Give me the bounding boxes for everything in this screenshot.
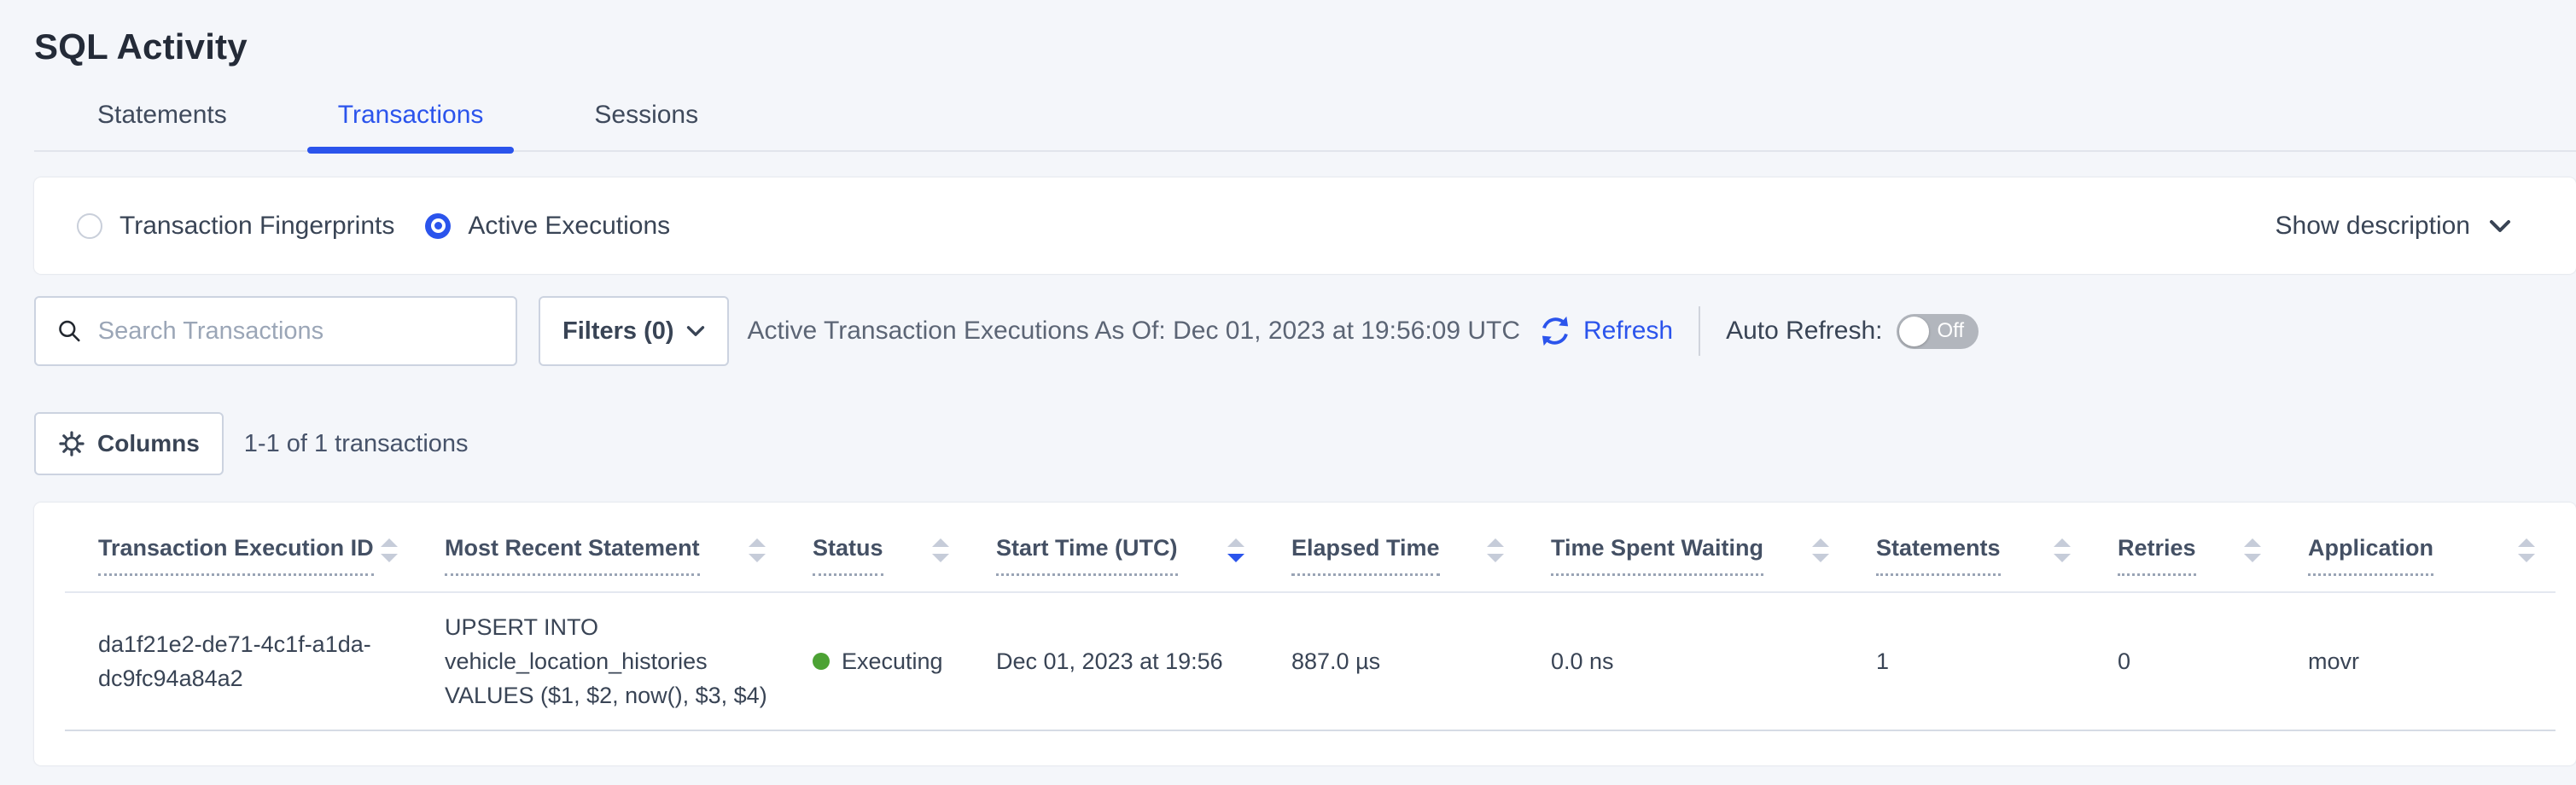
filter-bar: Filters (0) Active Transaction Execution… (34, 296, 2576, 366)
divider (1699, 306, 1700, 356)
column-header-most-recent-statement[interactable]: Most Recent Statement (445, 503, 813, 592)
sort-arrows-icon[interactable] (1812, 533, 1829, 562)
status-executing-dot-icon (813, 653, 830, 670)
tab-bar: Statements Transactions Sessions (34, 101, 2576, 152)
sort-arrows-icon[interactable] (2518, 533, 2535, 562)
status-label: Executing (842, 644, 943, 678)
transactions-table: Transaction Execution ID Most Recent Sta… (65, 503, 2556, 731)
column-header-time-spent-waiting[interactable]: Time Spent Waiting (1551, 503, 1876, 592)
column-header-start-time[interactable]: Start Time (UTC) (996, 503, 1291, 592)
tab-sessions[interactable]: Sessions (563, 101, 729, 150)
cell-application: movr (2308, 592, 2556, 730)
table-header-row: Transaction Execution ID Most Recent Sta… (65, 503, 2556, 592)
auto-refresh-label: Auto Refresh: (1726, 317, 1882, 346)
show-description-toggle[interactable]: Show description (2276, 212, 2511, 241)
refresh-icon (1537, 313, 1573, 349)
cell-most-recent-statement: UPSERT INTO vehicle_location_histories V… (445, 592, 813, 730)
column-header-application[interactable]: Application (2308, 503, 2556, 592)
cell-transaction-execution-id[interactable]: da1f21e2-de71-4c1f-a1da-dc9fc94a84a2 (65, 592, 445, 730)
column-header-transaction-execution-id[interactable]: Transaction Execution ID (65, 503, 445, 592)
cell-retries: 0 (2118, 592, 2308, 730)
column-header-elapsed-time[interactable]: Elapsed Time (1291, 503, 1551, 592)
cell-start-time: Dec 01, 2023 at 19:56 (996, 592, 1291, 730)
filters-button[interactable]: Filters (0) (539, 296, 729, 366)
view-mode-card: Transaction Fingerprints Active Executio… (34, 177, 2576, 274)
radio-label: Active Executions (468, 212, 670, 241)
show-description-label: Show description (2276, 212, 2470, 241)
tab-statements[interactable]: Statements (67, 101, 258, 150)
table-row[interactable]: da1f21e2-de71-4c1f-a1da-dc9fc94a84a2 UPS… (65, 592, 2556, 730)
view-mode-radio-group: Transaction Fingerprints Active Executio… (77, 212, 701, 241)
as-of-text: Active Transaction Executions As Of: Dec… (748, 317, 1520, 346)
cell-elapsed-time: 887.0 µs (1291, 592, 1551, 730)
sort-arrows-icon[interactable] (749, 533, 766, 562)
filters-label: Filters (0) (562, 317, 674, 346)
radio-active-executions[interactable]: Active Executions (425, 212, 670, 241)
sort-arrows-icon[interactable] (1227, 533, 1244, 562)
radio-selected-icon[interactable] (425, 213, 451, 239)
radio-unselected-icon[interactable] (77, 213, 102, 239)
columns-button[interactable]: Columns (34, 412, 224, 475)
sort-arrows-icon[interactable] (2054, 533, 2071, 562)
cell-statements: 1 (1876, 592, 2118, 730)
sort-arrows-icon[interactable] (2244, 533, 2261, 562)
radio-transaction-fingerprints[interactable]: Transaction Fingerprints (77, 212, 394, 241)
sql-activity-page: SQL Activity Statements Transactions Ses… (0, 0, 2576, 765)
gear-icon (58, 430, 85, 457)
cell-time-spent-waiting: 0.0 ns (1551, 592, 1876, 730)
refresh-button[interactable]: Refresh (1537, 313, 1673, 349)
refresh-label: Refresh (1583, 317, 1673, 346)
radio-label: Transaction Fingerprints (119, 212, 394, 241)
search-input-wrapper[interactable] (34, 296, 517, 366)
search-icon (56, 317, 83, 346)
columns-button-label: Columns (97, 430, 200, 457)
chevron-down-icon (686, 325, 705, 337)
tab-transactions[interactable]: Transactions (307, 101, 515, 150)
column-header-statements[interactable]: Statements (1876, 503, 2118, 592)
transactions-table-card: Transaction Execution ID Most Recent Sta… (34, 503, 2576, 765)
sort-arrows-icon[interactable] (381, 533, 398, 562)
cell-status: Executing (813, 592, 996, 730)
column-header-status[interactable]: Status (813, 503, 996, 592)
auto-refresh-toggle[interactable]: Off (1897, 314, 1979, 349)
toggle-knob[interactable] (1899, 317, 1929, 346)
sort-arrows-icon[interactable] (932, 533, 949, 562)
results-count: 1-1 of 1 transactions (244, 430, 469, 458)
search-input[interactable] (98, 317, 498, 346)
table-toolbar: Columns 1-1 of 1 transactions (34, 412, 2576, 475)
toggle-state-label: Off (1938, 319, 1965, 343)
page-title: SQL Activity (34, 0, 2576, 73)
column-header-retries[interactable]: Retries (2118, 503, 2308, 592)
chevron-down-icon (2489, 219, 2511, 233)
sort-arrows-icon[interactable] (1487, 533, 1504, 562)
